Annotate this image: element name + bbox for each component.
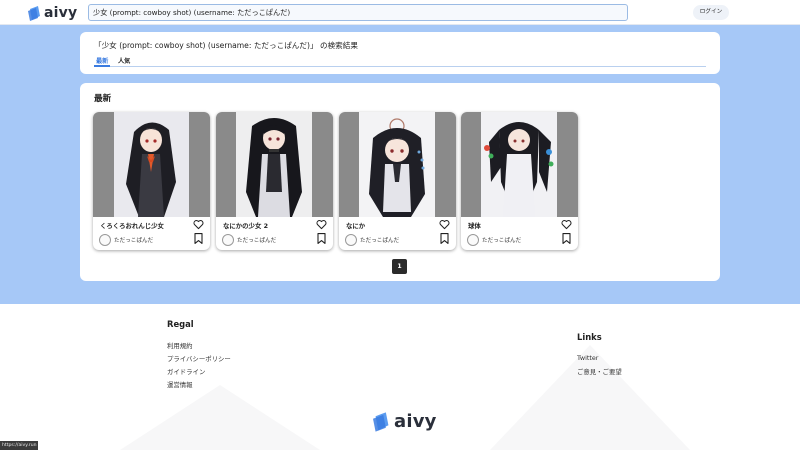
footer-link-operator[interactable]: 運営情報 — [167, 380, 193, 389]
footer-links-heading: Links — [577, 332, 602, 342]
footer-brand-name: aivy — [394, 411, 437, 432]
tab-latest[interactable]: 最新 — [96, 56, 108, 65]
panda-avatar-icon[interactable] — [467, 234, 479, 246]
footer-link-privacy[interactable]: プライバシーポリシー — [167, 354, 231, 363]
active-tab-indicator — [94, 65, 110, 67]
top-header: aivy 少女 (prompt: cowboy shot) (username:… — [0, 0, 800, 25]
bookmark-icon[interactable] — [317, 233, 326, 244]
card-image[interactable] — [339, 112, 456, 217]
status-bar-url: https://aivy.run — [0, 441, 38, 450]
aivy-logo-icon — [373, 411, 389, 432]
image-card[interactable]: なにか ただっこぱんだ — [339, 112, 456, 250]
card-title[interactable]: なにかの少女 2 — [223, 221, 268, 230]
footer-regal-heading: Regal — [167, 319, 194, 329]
footer-link-terms[interactable]: 利用規約 — [167, 341, 193, 350]
card-image[interactable] — [93, 112, 210, 217]
footer-logo[interactable]: aivy — [373, 411, 437, 432]
brand-logo[interactable]: aivy — [28, 4, 77, 22]
card-title[interactable]: なにか — [346, 221, 365, 230]
panda-avatar-icon[interactable] — [99, 234, 111, 246]
search-result-title: 「少女 (prompt: cowboy shot) (username: ただっ… — [94, 41, 358, 50]
section-heading: 最新 — [94, 94, 112, 104]
card-image[interactable] — [216, 112, 333, 217]
aivy-logo-icon — [28, 5, 40, 21]
panda-avatar-icon[interactable] — [222, 234, 234, 246]
footer-decoration — [120, 385, 320, 450]
author-name[interactable]: ただっこぱんだ — [482, 236, 521, 244]
author-name[interactable]: ただっこぱんだ — [237, 236, 276, 244]
image-card[interactable]: 球体 ただっこぱんだ — [461, 112, 578, 250]
footer-link-twitter[interactable]: Twitter — [577, 354, 598, 362]
login-button[interactable]: ログイン — [693, 5, 729, 20]
heart-icon[interactable] — [561, 219, 572, 230]
tab-popular[interactable]: 人気 — [118, 56, 130, 65]
brand-name: aivy — [44, 5, 78, 21]
footer-link-guidelines[interactable]: ガイドライン — [167, 367, 205, 376]
card-title[interactable]: 球体 — [468, 221, 481, 230]
heart-icon[interactable] — [316, 219, 327, 230]
heart-icon[interactable] — [439, 219, 450, 230]
image-card[interactable]: くろくろおれんじ少女 ただっこぱんだ — [93, 112, 210, 250]
heart-icon[interactable] — [193, 219, 204, 230]
bookmark-icon[interactable] — [562, 233, 571, 244]
author-name[interactable]: ただっこぱんだ — [114, 236, 153, 244]
bookmark-icon[interactable] — [440, 233, 449, 244]
result-tabs: 最新 人気 — [94, 55, 706, 67]
card-title[interactable]: くろくろおれんじ少女 — [100, 221, 164, 230]
search-result-panel: 「少女 (prompt: cowboy shot) (username: ただっ… — [80, 32, 720, 74]
search-input[interactable]: 少女 (prompt: cowboy shot) (username: ただっこ… — [88, 4, 628, 21]
latest-panel: 最新 くろくろおれんじ少女 ただっこぱんだ なにかの少女 2 ただっこぱんだ な… — [80, 83, 720, 281]
panda-avatar-icon[interactable] — [345, 234, 357, 246]
image-card[interactable]: なにかの少女 2 ただっこぱんだ — [216, 112, 333, 250]
footer-link-feedback[interactable]: ご意見・ご要望 — [577, 367, 622, 376]
bookmark-icon[interactable] — [194, 233, 203, 244]
card-image[interactable] — [461, 112, 578, 217]
pagination-page-button[interactable]: 1 — [392, 259, 407, 274]
author-name[interactable]: ただっこぱんだ — [360, 236, 399, 244]
